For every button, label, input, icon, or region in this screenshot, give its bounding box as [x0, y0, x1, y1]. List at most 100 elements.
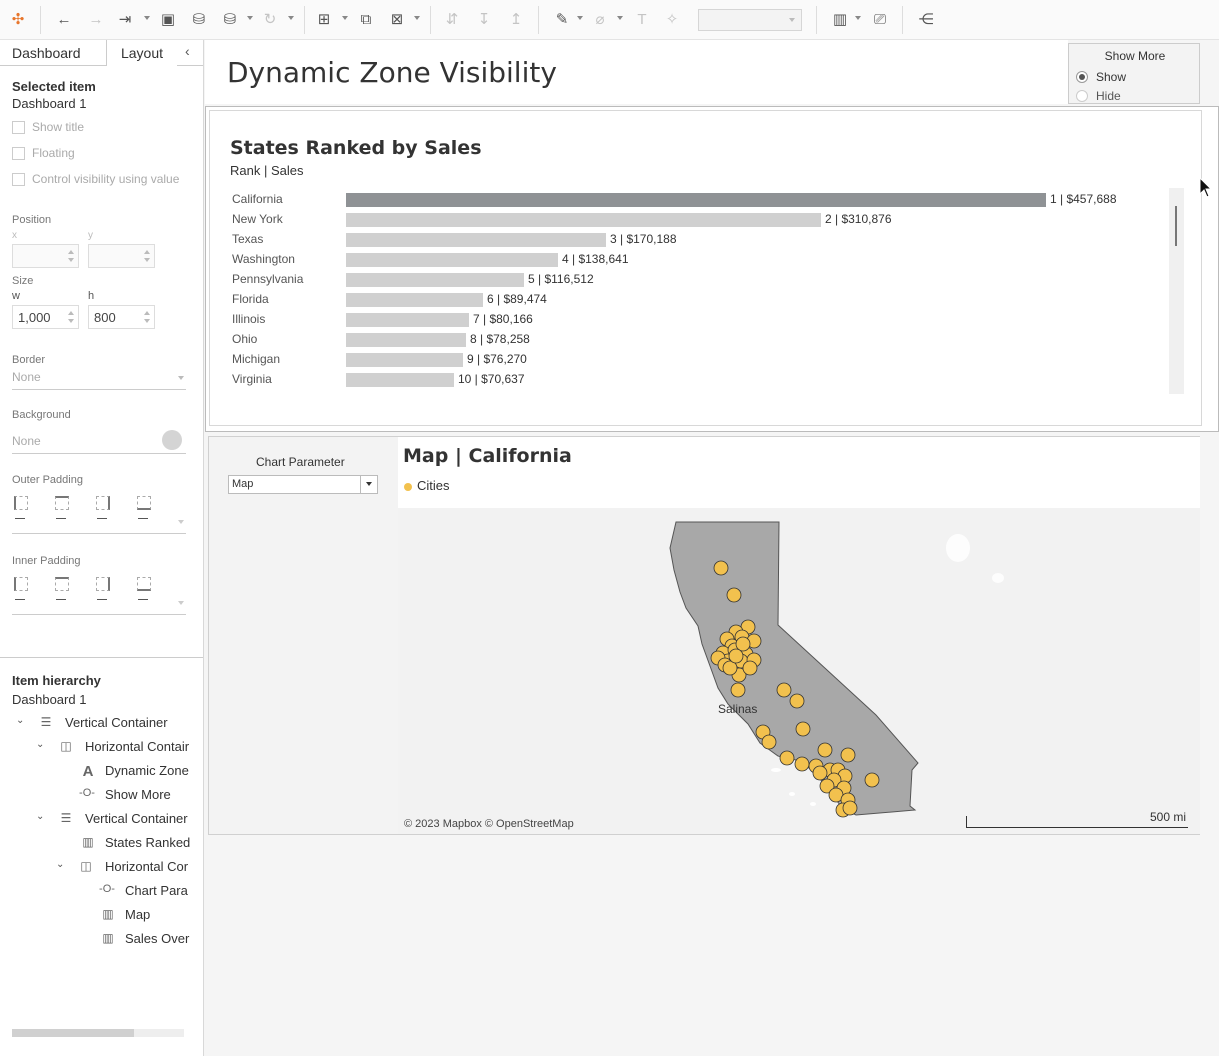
show-me-dropdown-icon[interactable]: [855, 16, 861, 20]
scrollbar-thumb[interactable]: [12, 1029, 134, 1037]
bar[interactable]: [346, 253, 558, 267]
city-point[interactable]: [713, 560, 729, 576]
pad-right-icon[interactable]: [96, 496, 110, 510]
label-icon[interactable]: T: [632, 10, 652, 30]
scrollbar-thumb[interactable]: [1175, 206, 1177, 246]
chart-scrollbar[interactable]: [1169, 188, 1184, 394]
refresh-icon[interactable]: ↻: [260, 10, 280, 30]
bar[interactable]: [346, 313, 469, 327]
width-input[interactable]: 1,000: [12, 305, 79, 329]
city-point[interactable]: [728, 648, 744, 664]
decrement-icon[interactable]: [68, 319, 74, 323]
sort-descending-icon[interactable]: ↥: [506, 10, 526, 30]
undo-icon[interactable]: ←: [54, 10, 74, 30]
checkbox-box[interactable]: [12, 121, 25, 134]
city-point[interactable]: [812, 765, 828, 781]
pad-left-icon[interactable]: [14, 577, 28, 591]
city-point[interactable]: [735, 636, 751, 652]
clear-icon[interactable]: ⊠: [387, 10, 407, 30]
chevron-down-icon[interactable]: [360, 476, 377, 493]
pad-top-icon[interactable]: [55, 496, 69, 510]
bar[interactable]: [346, 373, 454, 387]
map-view[interactable]: Salinas © 2023 Mapbox © OpenStreetMap 50…: [398, 508, 1200, 834]
city-point[interactable]: [842, 800, 858, 816]
replay-icon[interactable]: ⇥: [115, 10, 135, 30]
x-input[interactable]: [12, 244, 79, 268]
chevron-down-icon[interactable]: ⌄: [56, 859, 64, 870]
city-point[interactable]: [794, 756, 810, 772]
highlight-dropdown-icon[interactable]: [577, 16, 583, 20]
increment-icon[interactable]: [68, 250, 74, 254]
background-color-swatch[interactable]: [162, 430, 182, 450]
new-datasource-icon[interactable]: ⛁: [189, 10, 209, 30]
outer-padding-control[interactable]: [12, 494, 186, 534]
pad-right-icon[interactable]: [96, 577, 110, 591]
radio-selected-icon[interactable]: [1076, 71, 1088, 83]
bar[interactable]: [346, 333, 466, 347]
height-input[interactable]: 800: [88, 305, 155, 329]
checkbox-box[interactable]: [12, 173, 25, 186]
pad-bottom-icon[interactable]: [137, 577, 151, 591]
increment-icon[interactable]: [144, 250, 150, 254]
show-me-icon[interactable]: ▥: [830, 10, 850, 30]
bar[interactable]: [346, 233, 606, 247]
tableau-logo-icon[interactable]: ✣: [8, 10, 28, 30]
checkbox-box[interactable]: [12, 147, 25, 160]
pad-top-icon[interactable]: [55, 577, 69, 591]
city-point[interactable]: [726, 587, 742, 603]
city-point[interactable]: [742, 660, 758, 676]
bar[interactable]: [346, 353, 463, 367]
sort-ascending-icon[interactable]: ↧: [474, 10, 494, 30]
fit-select[interactable]: [698, 9, 802, 31]
swap-icon[interactable]: ⇵: [442, 10, 462, 30]
new-worksheet-icon[interactable]: ⊞: [314, 10, 334, 30]
bar[interactable]: [346, 213, 821, 227]
city-point[interactable]: [817, 742, 833, 758]
background-select[interactable]: None: [12, 434, 186, 454]
pause-dropdown-icon[interactable]: [247, 16, 253, 20]
decrement-icon[interactable]: [144, 319, 150, 323]
tab-layout[interactable]: Layout: [107, 40, 177, 66]
city-point[interactable]: [730, 682, 746, 698]
increment-icon[interactable]: [144, 311, 150, 315]
presentation-icon[interactable]: ⎚: [870, 10, 890, 30]
highlight-icon[interactable]: ✎: [552, 10, 572, 30]
duplicate-icon[interactable]: ⧉: [356, 10, 376, 30]
pad-left-icon[interactable]: [14, 496, 28, 510]
bar[interactable]: [346, 193, 1046, 207]
bar[interactable]: [346, 293, 483, 307]
city-point[interactable]: [840, 747, 856, 763]
city-point[interactable]: [761, 734, 777, 750]
city-point[interactable]: [864, 772, 880, 788]
city-point[interactable]: [779, 750, 795, 766]
redo-icon[interactable]: →: [86, 10, 106, 30]
pause-updates-icon[interactable]: ⛁: [220, 10, 240, 30]
border-select[interactable]: None: [12, 370, 186, 390]
decrement-icon[interactable]: [144, 258, 150, 262]
group-icon[interactable]: ⌀: [590, 10, 610, 30]
increment-icon[interactable]: [68, 311, 74, 315]
radio-unselected-icon[interactable]: [1076, 90, 1088, 102]
collapse-panel-icon[interactable]: ‹: [185, 43, 190, 59]
replay-dropdown-icon[interactable]: [144, 16, 150, 20]
new-worksheet-dropdown-icon[interactable]: [342, 16, 348, 20]
chevron-down-icon[interactable]: ⌄: [36, 811, 44, 822]
bar[interactable]: [346, 273, 524, 287]
clear-dropdown-icon[interactable]: [414, 16, 420, 20]
group-dropdown-icon[interactable]: [617, 16, 623, 20]
inner-padding-control[interactable]: [12, 575, 186, 615]
y-input[interactable]: [88, 244, 155, 268]
california-map[interactable]: Salinas: [398, 508, 1200, 834]
city-point[interactable]: [776, 682, 792, 698]
chart-parameter-select[interactable]: Map: [228, 475, 378, 494]
pad-bottom-icon[interactable]: [137, 496, 151, 510]
chevron-down-icon[interactable]: ⌄: [16, 715, 24, 726]
city-point[interactable]: [789, 693, 805, 709]
city-point[interactable]: [795, 721, 811, 737]
fix-axes-icon[interactable]: ✧: [662, 10, 682, 30]
share-icon[interactable]: ⋲: [916, 10, 936, 30]
chevron-down-icon[interactable]: ⌄: [36, 739, 44, 750]
decrement-icon[interactable]: [68, 258, 74, 262]
tab-dashboard[interactable]: Dashboard: [0, 40, 107, 66]
save-icon[interactable]: ▣: [158, 10, 178, 30]
